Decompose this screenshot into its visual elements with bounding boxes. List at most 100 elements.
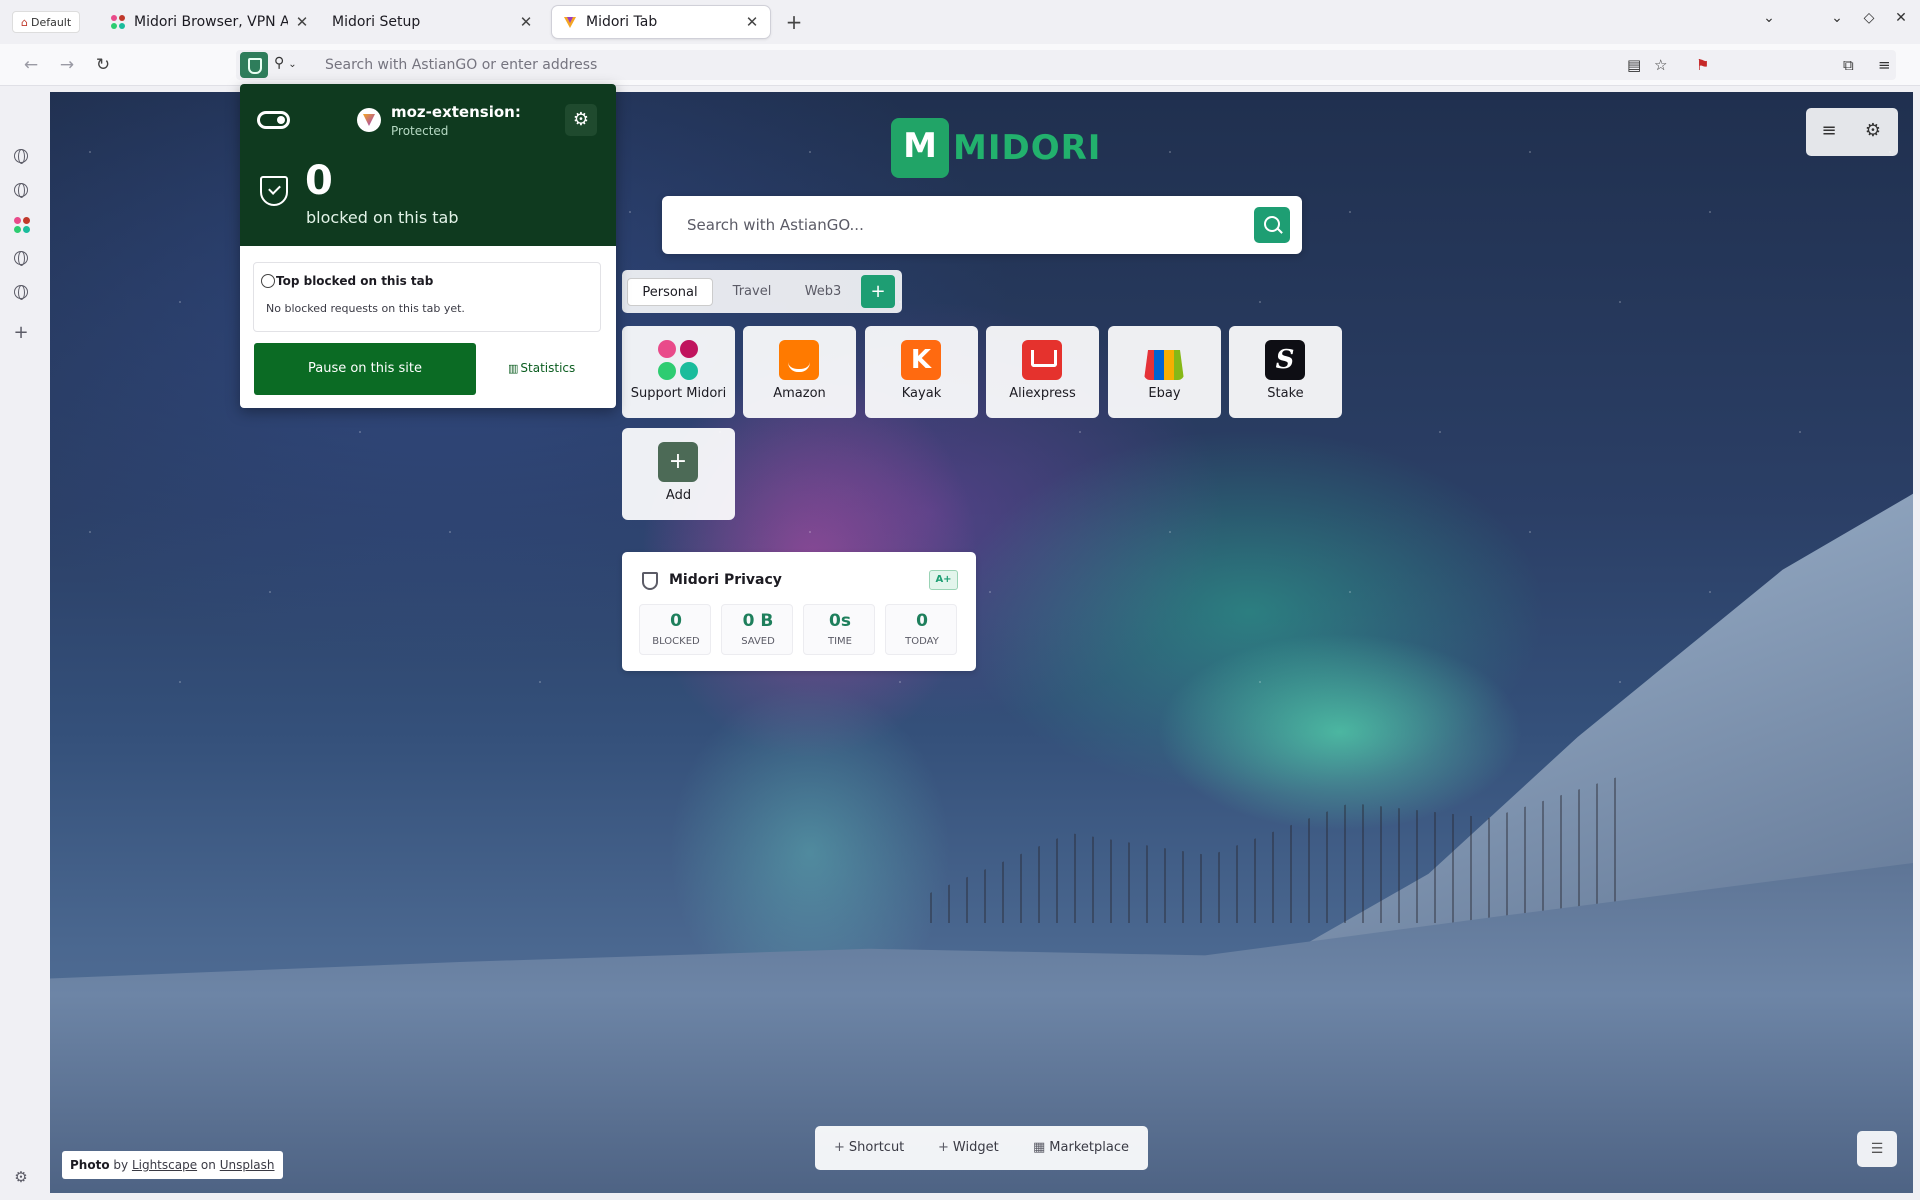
privacy-grade-badge: A+	[929, 570, 958, 590]
sidebar: +	[0, 86, 41, 1200]
top-blocked-title: Top blocked on this tab	[276, 274, 434, 288]
back-arrow-icon[interactable]: ←	[20, 54, 42, 76]
search-engine-selector[interactable]: ⚲ ⌄	[274, 55, 297, 71]
site-favicon-icon	[357, 108, 381, 132]
shortcut-label: Add	[665, 488, 692, 503]
add-widget-button[interactable]: + Widget	[938, 1140, 999, 1155]
tab-travel[interactable]: Travel	[721, 278, 783, 306]
blocked-label: blocked on this tab	[306, 208, 459, 227]
credit-on: on	[200, 1158, 216, 1172]
credit-author-link[interactable]: Lightscape	[132, 1158, 197, 1172]
stat-value: 0 B	[742, 611, 774, 631]
tab-strip: ⌂Default Midori Browser, VPN And P ✕ Mid…	[0, 0, 1920, 44]
credit-by: by	[113, 1158, 129, 1172]
tab-midori-setup[interactable]: Midori Setup ✕	[322, 6, 544, 38]
shortcut-label: Support Midori	[630, 386, 727, 401]
shortcut-amazon[interactable]: Amazon	[743, 326, 856, 418]
new-tab-button[interactable]: +	[782, 10, 806, 34]
sidebar-web-panel-icon[interactable]	[12, 283, 30, 301]
shortcut-stake[interactable]: S Stake	[1229, 326, 1342, 418]
close-icon[interactable]: ✕	[744, 13, 760, 31]
shortcut-aliexpress[interactable]: Aliexpress	[986, 326, 1099, 418]
menu-hamburger-icon[interactable]: ≡	[1818, 120, 1840, 142]
bookmark-star-icon[interactable]: ☆	[1654, 56, 1667, 74]
privacy-extension-button[interactable]	[240, 52, 268, 78]
shortcut-ebay[interactable]: Ebay	[1108, 326, 1221, 418]
add-shortcut-button[interactable]: + Shortcut	[834, 1140, 904, 1155]
close-window-icon[interactable]: ✕	[1892, 10, 1910, 26]
tab-midori-tab[interactable]: Midori Tab ✕	[552, 6, 770, 38]
tab-personal[interactable]: Personal	[627, 278, 713, 306]
midori-v-favicon	[562, 14, 578, 30]
midori-logo-icon	[891, 118, 949, 178]
extensions-puzzle-icon[interactable]: ⧉	[1843, 56, 1854, 74]
marketplace-button[interactable]: ▦ Marketplace	[1033, 1140, 1129, 1155]
tab-title: Midori Setup	[332, 14, 421, 30]
shortcut-label: Stake	[1267, 386, 1304, 401]
profile-chip[interactable]: ⌂ Default	[12, 11, 81, 33]
stat-time: 0s TIME	[803, 604, 875, 655]
sidebar-add-icon[interactable]: +	[12, 324, 30, 342]
site-name: moz-extension:	[391, 103, 521, 121]
sidebar-midori-icon[interactable]	[12, 215, 30, 233]
protection-toggle[interactable]	[257, 111, 290, 129]
marketplace-label: Marketplace	[1049, 1140, 1129, 1155]
blocked-count: 0	[305, 158, 333, 204]
statistics-link[interactable]: ▥ Statistics	[508, 361, 575, 375]
customize-sliders-icon[interactable]: ☰	[1857, 1131, 1897, 1167]
amazon-icon	[779, 340, 819, 380]
search-input[interactable]: Search with AstianGO...	[687, 216, 864, 234]
statistics-label: Statistics	[520, 361, 576, 375]
tab-web3[interactable]: Web3	[792, 278, 854, 306]
credit-photo: Photo	[70, 1158, 110, 1172]
stat-saved: 0 B SAVED	[721, 604, 793, 655]
close-icon[interactable]: ✕	[294, 13, 310, 31]
sidebar-web-panel-icon[interactable]	[12, 249, 30, 267]
shortcut-label: Ebay	[1148, 386, 1181, 401]
pause-on-site-button[interactable]: Pause on this site	[254, 343, 476, 395]
tab-midori-browser[interactable]: Midori Browser, VPN And P ✕	[100, 6, 320, 38]
search-button-icon[interactable]	[1254, 207, 1290, 243]
stat-value: 0	[916, 611, 928, 631]
shortcut-add[interactable]: + Add	[622, 428, 735, 520]
logo-text: MIDORI	[953, 128, 1102, 168]
forward-arrow-icon[interactable]: →	[56, 54, 78, 76]
reader-view-icon[interactable]: ▤	[1627, 56, 1641, 74]
settings-gear-icon[interactable]: ⚙	[1862, 120, 1884, 142]
shortcut-kayak[interactable]: K Kayak	[865, 326, 978, 418]
tab-title: Midori Tab	[586, 14, 658, 30]
stat-label: TIME	[827, 636, 852, 647]
stat-value: 0s	[829, 611, 851, 631]
popup-settings-gear-icon[interactable]: ⚙	[565, 104, 597, 136]
plus-icon: +	[834, 1140, 845, 1155]
search-icon: ⚲	[274, 55, 285, 71]
sidebar-web-panel-icon[interactable]	[12, 147, 30, 165]
photo-credit: Photo by Lightscape on Unsplash	[62, 1151, 283, 1179]
bar-chart-icon: ▥	[508, 362, 519, 375]
privacy-extension-popup: moz-extension: Protected ⚙ 0 blocked on …	[240, 84, 616, 408]
shortcut-label: Amazon	[773, 386, 826, 401]
plus-icon: +	[658, 442, 698, 482]
sidebar-settings-gear-icon[interactable]: ⚙	[12, 1168, 30, 1186]
extension-badge-icon[interactable]: ⚑	[1696, 56, 1709, 74]
widget-label: Widget	[952, 1140, 999, 1155]
sidebar-web-panel-icon[interactable]	[12, 181, 30, 199]
tab-list-chevron-icon[interactable]: ⌄	[1760, 10, 1778, 26]
privacy-widget-title: Midori Privacy	[669, 572, 782, 588]
minimize-chevron-icon[interactable]: ⌄	[1828, 10, 1846, 26]
chevron-down-icon: ⌄	[288, 59, 297, 70]
stat-today: 0 TODAY	[885, 604, 957, 655]
close-icon[interactable]: ✕	[518, 13, 534, 31]
shield-icon	[642, 572, 658, 590]
reload-icon[interactable]: ↻	[92, 54, 114, 76]
top-blocked-box	[253, 262, 601, 332]
shortcut-label: Kayak	[901, 386, 942, 401]
shortcut-support-midori[interactable]: Support Midori	[622, 326, 735, 418]
midori-dots-favicon	[110, 14, 126, 30]
maximize-icon[interactable]: ◇	[1860, 10, 1878, 26]
stake-icon: S	[1265, 340, 1305, 380]
menu-hamburger-icon[interactable]: ≡	[1878, 56, 1891, 74]
add-category-button[interactable]: +	[861, 275, 895, 308]
shield-check-icon	[260, 176, 288, 206]
credit-source-link[interactable]: Unsplash	[220, 1158, 275, 1172]
